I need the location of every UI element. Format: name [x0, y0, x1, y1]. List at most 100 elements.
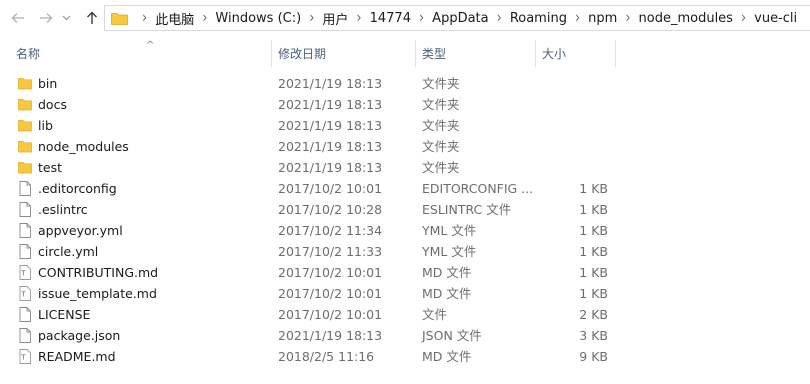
- file-size: 3 KB: [579, 328, 608, 343]
- breadcrumb-item[interactable]: 14774: [370, 11, 411, 26]
- file-type: MD 文件: [422, 286, 472, 301]
- file-type: YML 文件: [422, 223, 477, 238]
- file-modified-date: 2017/10/2 10:01: [278, 307, 383, 322]
- file-list: bin 2021/1/19 18:13 文件夹 docs 2021/1/19 18:13…: [0, 73, 810, 367]
- breadcrumb-item[interactable]: node_modules: [639, 11, 733, 26]
- text-file-icon: T: [18, 349, 32, 364]
- file-size: [540, 136, 608, 157]
- back-button[interactable]: [8, 8, 28, 28]
- file-icon: [18, 202, 32, 217]
- column-header-size[interactable]: 大小: [536, 40, 616, 68]
- breadcrumb-item[interactable]: AppData: [432, 11, 488, 26]
- file-type: JSON 文件: [422, 328, 482, 343]
- file-row[interactable]: lib 2021/1/19 18:13 文件夹: [0, 115, 810, 136]
- breadcrumb-item[interactable]: Roaming: [510, 11, 567, 26]
- file-size: 1 KB: [579, 244, 608, 259]
- file-name: README.md: [38, 349, 116, 364]
- file-type: 文件夹: [422, 118, 460, 133]
- file-row[interactable]: Tissue_template.md 2017/10/2 10:01 MD 文件 1 …: [0, 283, 810, 304]
- file-row[interactable]: .editorconfig 2017/10/2 10:01 EDITORCONFIG…: [0, 178, 810, 199]
- arrow-right-icon: [40, 13, 53, 23]
- column-header-name-label: 名称: [16, 47, 41, 61]
- file-row[interactable]: .eslintrc 2017/10/2 10:28 ESLINTRC 文件 1 KB: [0, 199, 810, 220]
- folder-icon: [18, 97, 32, 112]
- breadcrumb-separator-icon[interactable]: ›: [625, 9, 630, 27]
- file-row[interactable]: circle.yml 2017/10/2 11:33 YML 文件 1 KB: [0, 241, 810, 262]
- address-bar[interactable]: › 此电脑 › Windows (C:) › 用户 › 14774 › AppData › Roami…: [104, 5, 810, 31]
- file-row[interactable]: appveyor.yml 2017/10/2 11:34 YML 文件 1 KB: [0, 220, 810, 241]
- file-modified-date: 2017/10/2 10:01: [278, 181, 383, 196]
- file-name: lib: [38, 118, 53, 133]
- file-row[interactable]: docs 2021/1/19 18:13 文件夹: [0, 94, 810, 115]
- file-icon: [18, 307, 32, 322]
- svg-text:T: T: [20, 354, 26, 362]
- up-button[interactable]: [82, 8, 102, 28]
- folder-icon: [18, 76, 32, 91]
- text-file-icon: T: [18, 286, 32, 301]
- breadcrumb-separator-icon[interactable]: ›: [356, 9, 361, 27]
- column-header-type-label: 类型: [422, 47, 447, 61]
- breadcrumb-item[interactable]: npm: [588, 11, 617, 26]
- file-modified-date: 2021/1/19 18:13: [278, 118, 383, 133]
- breadcrumb-item[interactable]: 此电脑: [155, 9, 194, 28]
- file-size: [540, 157, 608, 178]
- file-row[interactable]: LICENSE 2017/10/2 10:01 文件 2 KB: [0, 304, 810, 325]
- file-name: appveyor.yml: [38, 223, 123, 238]
- file-modified-date: 2017/10/2 10:01: [278, 286, 383, 301]
- file-size: [540, 73, 608, 94]
- file-size: 9 KB: [579, 349, 608, 364]
- text-file-icon: T: [18, 265, 32, 280]
- column-header-row: 名称 ^ 修改日期 类型 大小: [0, 40, 810, 68]
- file-row[interactable]: bin 2021/1/19 18:13 文件夹: [0, 73, 810, 94]
- breadcrumb-item[interactable]: vue-cli: [754, 11, 797, 26]
- arrow-left-icon: [11, 13, 24, 23]
- recent-locations-button[interactable]: [60, 8, 72, 28]
- file-size: 2 KB: [579, 307, 608, 322]
- file-type: ESLINTRC 文件: [422, 202, 512, 217]
- file-modified-date: 2021/1/19 18:13: [278, 328, 383, 343]
- column-header-type[interactable]: 类型: [416, 40, 536, 68]
- column-header-size-label: 大小: [542, 47, 567, 61]
- file-row[interactable]: package.json 2021/1/19 18:13 JSON 文件 3 KB: [0, 325, 810, 346]
- breadcrumb-separator-icon[interactable]: ›: [142, 9, 147, 27]
- file-size: [540, 94, 608, 115]
- file-modified-date: 2017/10/2 11:33: [278, 244, 383, 259]
- file-size: 1 KB: [579, 286, 608, 301]
- breadcrumb-separator-icon[interactable]: ›: [419, 9, 424, 27]
- file-icon: [18, 223, 32, 238]
- file-name: test: [38, 160, 63, 175]
- file-name: LICENSE: [38, 307, 91, 322]
- file-name: package.json: [38, 328, 121, 343]
- file-icon: [18, 244, 32, 259]
- file-row[interactable]: T README.md 2018/2/5 11:16 MD 文件 9 KB: [0, 346, 810, 367]
- forward-button[interactable]: [36, 8, 56, 28]
- file-icon: [18, 328, 32, 343]
- file-row[interactable]: T CONTRIBUTING.md 2017/10/2 10:01 MD 文件 1 KB: [0, 262, 810, 283]
- file-name: docs: [38, 97, 67, 112]
- file-modified-date: 2021/1/19 18:13: [278, 76, 383, 91]
- folder-icon: [18, 118, 32, 133]
- breadcrumb-separator-icon[interactable]: ›: [575, 9, 580, 27]
- file-type: 文件夹: [422, 139, 460, 154]
- file-type: EDITORCONFIG ...: [422, 181, 534, 196]
- breadcrumb-item[interactable]: Windows (C:): [215, 11, 301, 26]
- file-row[interactable]: node_modules 2021/1/19 18:13 文件夹: [0, 136, 810, 157]
- column-header-date-label: 修改日期: [278, 47, 327, 61]
- file-modified-date: 2017/10/2 10:28: [278, 202, 383, 217]
- chevron-down-icon: [62, 15, 70, 21]
- file-row[interactable]: test 2021/1/19 18:13 文件夹: [0, 157, 810, 178]
- file-name: issue_template.md: [38, 286, 157, 301]
- arrow-up-icon: [87, 11, 97, 24]
- file-icon: [18, 181, 32, 196]
- breadcrumb-separator-icon[interactable]: ›: [202, 9, 207, 27]
- file-name: .editorconfig: [38, 181, 117, 196]
- column-header-name[interactable]: 名称 ^: [10, 40, 272, 68]
- breadcrumb-separator-icon[interactable]: ›: [497, 9, 502, 27]
- folder-icon: [18, 160, 32, 175]
- file-size: [540, 115, 608, 136]
- file-type: 文件夹: [422, 160, 460, 175]
- breadcrumb-separator-icon[interactable]: ›: [741, 9, 746, 27]
- breadcrumb-item[interactable]: 用户: [322, 9, 348, 28]
- column-header-date[interactable]: 修改日期: [272, 40, 416, 68]
- breadcrumb-separator-icon[interactable]: ›: [309, 9, 314, 27]
